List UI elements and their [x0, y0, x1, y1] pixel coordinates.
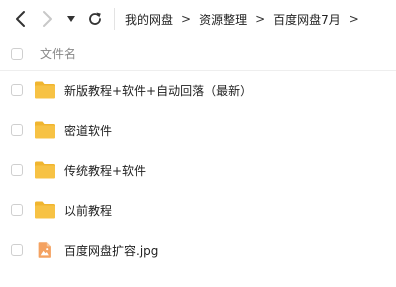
breadcrumb-item-resources[interactable]: 资源整理 [199, 11, 247, 28]
folder-icon [35, 201, 55, 219]
row-checkbox[interactable] [11, 84, 23, 96]
folder-icon [35, 81, 55, 99]
column-header-filename[interactable]: 文件名 [40, 45, 76, 62]
file-name[interactable]: 传统教程+软件 [64, 162, 146, 179]
list-item[interactable]: 以前教程 [0, 190, 396, 230]
breadcrumb-separator: > [181, 12, 192, 26]
file-name[interactable]: 以前教程 [64, 202, 112, 219]
forward-button[interactable] [38, 9, 58, 29]
chevron-left-icon [16, 11, 25, 27]
file-name[interactable]: 密道软件 [64, 122, 112, 139]
refresh-button[interactable] [85, 9, 105, 29]
caret-down-icon [67, 16, 75, 22]
toolbar-divider [114, 8, 115, 30]
file-name[interactable]: 新版教程+软件+自动回落（最新） [64, 82, 252, 99]
file-list-header: 文件名 [0, 38, 396, 71]
back-button[interactable] [10, 9, 30, 29]
breadcrumb-separator: > [348, 12, 359, 26]
list-item[interactable]: 新版教程+软件+自动回落（最新） [0, 70, 396, 110]
breadcrumb-item-my-drive[interactable]: 我的网盘 [125, 11, 173, 28]
folder-icon [35, 161, 55, 179]
history-dropdown-button[interactable] [64, 9, 78, 29]
toolbar: 我的网盘 > 资源整理 > 百度网盘7月 > [0, 0, 396, 38]
row-checkbox[interactable] [11, 124, 23, 136]
row-checkbox[interactable] [11, 164, 23, 176]
row-checkbox[interactable] [11, 204, 23, 216]
row-checkbox[interactable] [11, 244, 23, 256]
chevron-right-icon [43, 11, 52, 27]
breadcrumb-separator: > [255, 12, 266, 26]
file-manager-window: 我的网盘 > 资源整理 > 百度网盘7月 > 文件名 新版教程+软件+自动回落（… [0, 0, 396, 287]
list-item[interactable]: 传统教程+软件 [0, 150, 396, 190]
breadcrumb: 我的网盘 > 资源整理 > 百度网盘7月 > [125, 10, 367, 28]
folder-icon [35, 121, 55, 139]
select-all-checkbox[interactable] [11, 48, 23, 60]
list-item[interactable]: 百度网盘扩容.jpg [0, 230, 396, 270]
file-name[interactable]: 百度网盘扩容.jpg [64, 242, 158, 259]
refresh-icon [89, 12, 101, 25]
breadcrumb-item-current[interactable]: 百度网盘7月 [273, 11, 341, 28]
image-file-icon [38, 242, 51, 258]
list-item[interactable]: 密道软件 [0, 110, 396, 150]
